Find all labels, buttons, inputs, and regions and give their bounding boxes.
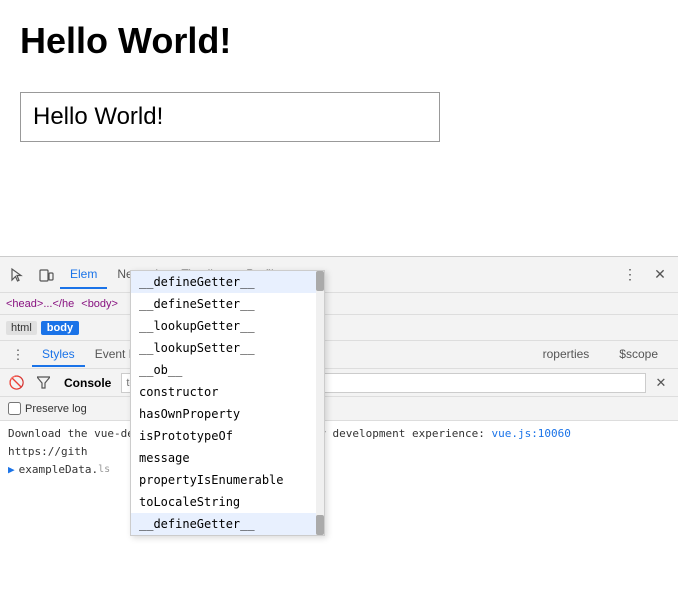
autocomplete-item-3[interactable]: __lookupSetter__ [131,337,324,359]
autocomplete-item-8[interactable]: message [131,447,324,469]
badge-body[interactable]: body [41,321,79,335]
autocomplete-item-11[interactable]: __defineGetter__ [131,513,324,535]
autocomplete-item-2[interactable]: __lookupGetter__ [131,315,324,337]
autocomplete-scrollbar[interactable] [316,271,324,535]
autocomplete-item-4[interactable]: __ob__ [131,359,324,381]
page-content: Hello World! [0,0,678,260]
scroll-thumb-top [316,271,324,291]
subtab-scope[interactable]: $scope [609,343,668,367]
autocomplete-item-1[interactable]: __defineSetter__ [131,293,324,315]
cursor-icon[interactable] [4,261,32,289]
autocomplete-dropdown: __defineGetter__ __defineSetter__ __look… [130,270,325,536]
console-section: 🚫 Console ✕ Preserve log Download the vu… [0,369,678,596]
console-toolbar2: Preserve log [0,397,678,421]
ban-icon[interactable]: 🚫 [6,372,28,394]
breadcrumb-head[interactable]: <head>...</he [6,298,74,310]
autocomplete-item-10[interactable]: toLocaleString [131,491,324,513]
autocomplete-item-6[interactable]: hasOwnProperty [131,403,324,425]
node-badges: html body [0,315,678,341]
filter-icon[interactable] [32,372,54,394]
page-title: Hello World! [20,20,658,62]
autocomplete-item-0[interactable]: __defineGetter__ [131,271,324,293]
subtab-styles[interactable]: Styles [32,343,85,367]
scroll-thumb-bottom [316,515,324,535]
autocomplete-item-9[interactable]: propertyIsEnumerable [131,469,324,491]
console-line-input: ▶ exampleData. ls [8,461,670,479]
breadcrumb-body[interactable]: <body> [81,298,118,310]
devtools-panel: Elem Network Timeline Profiles » ⋮ ✕ <he… [0,256,678,596]
preserve-log-label[interactable]: Preserve log [8,402,87,415]
hello-world-input[interactable] [20,92,440,142]
close-console-icon[interactable]: ✕ [650,372,672,394]
console-prompt-arrow: ▶ [8,462,15,478]
subtabs-more-icon[interactable]: ⋮ [4,341,32,369]
autocomplete-item-7[interactable]: isPrototypeOf [131,425,324,447]
subtab-properties[interactable]: roperties [533,343,600,367]
console-line-download: Download the vue-devtools extension for … [8,425,670,443]
console-tab[interactable]: Console [58,374,117,392]
console-toolbar: 🚫 Console ✕ [0,369,678,397]
devtools-toolbar: Elem Network Timeline Profiles » ⋮ ✕ [0,257,678,293]
dom-breadcrumb: <head>...</he <body> [0,293,678,315]
close-devtools-icon[interactable]: ✕ [646,261,674,289]
device-toolbar-icon[interactable] [32,261,60,289]
tab-elements[interactable]: Elem [60,261,107,289]
console-link-vuejs[interactable]: vue.js:10060 [491,426,570,442]
toolbar-right: ⋮ ✕ [616,261,674,289]
autocomplete-item-5[interactable]: constructor [131,381,324,403]
preserve-log-checkbox[interactable] [8,402,21,415]
more-options-icon[interactable]: ⋮ [616,261,644,289]
badge-html[interactable]: html [6,321,37,335]
console-line-url: https://gith ​ [8,443,670,461]
subtabs: ⋮ Styles Event List roperties $scope [0,341,678,369]
console-output: Download the vue-devtools extension for … [0,421,678,596]
